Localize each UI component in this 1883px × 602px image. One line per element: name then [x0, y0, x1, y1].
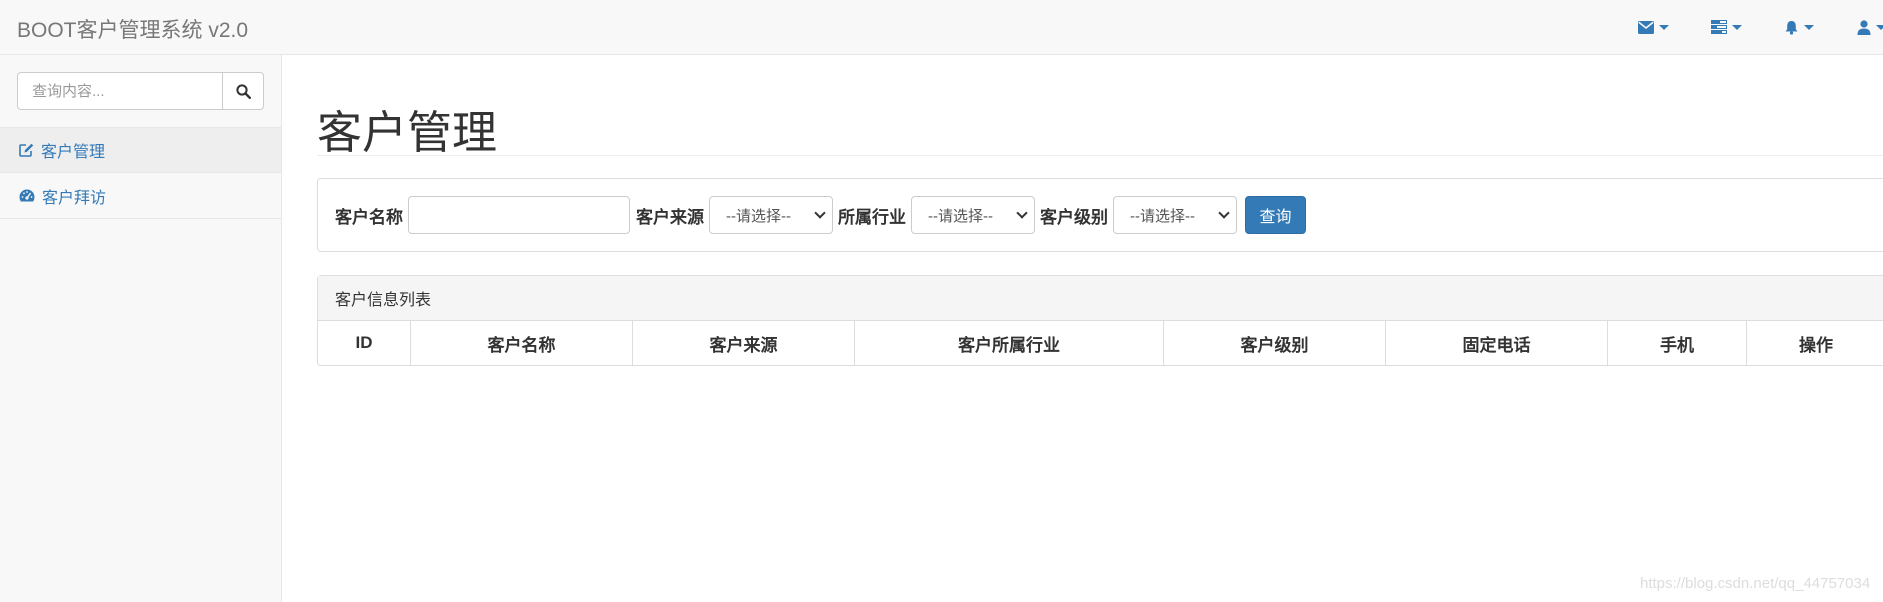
tasks-icon: [1711, 20, 1727, 34]
chevron-down-icon: [1876, 24, 1883, 30]
bell-icon: [1785, 20, 1798, 35]
table-header-row: ID 客户名称 客户来源 客户所属行业 客户级别 固定电话 手机 操作: [318, 321, 1883, 365]
chevron-down-icon: [1016, 207, 1028, 219]
column-header-industry: 客户所属行业: [855, 321, 1164, 365]
alerts-dropdown[interactable]: [1784, 14, 1814, 40]
customer-level-value: --请选择--: [1130, 207, 1195, 225]
column-header-fixed-phone: 固定电话: [1386, 321, 1608, 365]
column-header-customer-source: 客户来源: [633, 321, 855, 365]
search-icon: [235, 83, 251, 99]
sidebar-menu: 客户管理 客户拜访: [0, 127, 281, 219]
column-header-actions: 操作: [1747, 321, 1883, 365]
customer-source-label: 客户来源: [636, 207, 704, 227]
title-divider: [317, 155, 1883, 156]
column-header-customer-level: 客户级别: [1164, 321, 1386, 365]
search-input[interactable]: [17, 72, 222, 110]
chevron-down-icon: [1732, 24, 1742, 30]
customer-source-select[interactable]: --请选择--: [709, 196, 833, 234]
filter-panel: 客户名称 客户来源 --请选择-- 所属行业 --请选择-- 客户级别 --请选…: [317, 178, 1883, 252]
sidebar-item-label: 客户拜访: [42, 189, 107, 207]
chevron-down-icon: [1218, 207, 1230, 219]
messages-dropdown[interactable]: [1638, 14, 1669, 40]
user-dropdown[interactable]: [1857, 14, 1883, 40]
sidebar-search: [17, 72, 264, 110]
watermark: https://blog.csdn.net/qq_44757034: [1640, 575, 1871, 592]
sidebar-item-customer-visits[interactable]: 客户拜访: [0, 173, 281, 219]
column-header-id: ID: [318, 321, 411, 365]
filter-form: 客户名称 客户来源 --请选择-- 所属行业 --请选择-- 客户级别 --请选…: [335, 196, 1306, 234]
column-header-customer-name: 客户名称: [411, 321, 633, 365]
user-icon: [1857, 19, 1871, 35]
envelope-icon: [1638, 20, 1654, 34]
industry-value: --请选择--: [928, 207, 993, 225]
customer-source-value: --请选择--: [726, 207, 791, 225]
customer-name-label: 客户名称: [335, 207, 403, 227]
tasks-dropdown[interactable]: [1711, 14, 1742, 40]
customer-level-label: 客户级别: [1040, 207, 1108, 227]
industry-select[interactable]: --请选择--: [911, 196, 1035, 234]
column-header-mobile: 手机: [1608, 321, 1747, 365]
customer-list-panel: 客户信息列表 ID 客户名称 客户来源 客户所属行业 客户级别 固定电话 手机 …: [317, 275, 1883, 366]
sidebar-item-label: 客户管理: [41, 144, 106, 161]
search-button[interactable]: [222, 72, 264, 110]
edit-icon: [19, 143, 34, 157]
customer-level-select[interactable]: --请选择--: [1113, 196, 1237, 234]
chevron-down-icon: [1659, 24, 1669, 30]
chevron-down-icon: [1804, 24, 1814, 30]
navbar-icon-group: [0, 14, 1883, 40]
customer-name-field[interactable]: [408, 196, 630, 234]
sidebar-item-customer-management[interactable]: 客户管理: [0, 127, 281, 173]
chevron-down-icon: [814, 207, 826, 219]
dashboard-icon: [19, 189, 35, 202]
top-navbar: BOOT客户管理系统 v2.0: [0, 0, 1883, 55]
page-title: 客户管理: [317, 107, 498, 158]
sidebar: 客户管理 客户拜访: [0, 55, 282, 602]
industry-label: 所属行业: [838, 207, 906, 227]
query-button[interactable]: 查询: [1245, 196, 1306, 234]
list-panel-heading: 客户信息列表: [318, 276, 1883, 321]
